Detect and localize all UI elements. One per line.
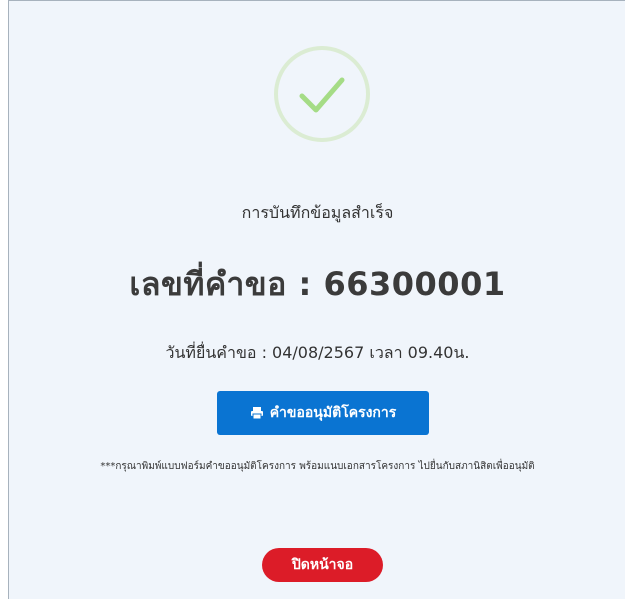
request-number: เลขที่คำขอ : 66300001: [129, 265, 506, 303]
success-message: การบันทึกข้อมูลสำเร็จ: [241, 203, 394, 222]
print-request-button[interactable]: คำขออนุมัติโครงการ: [217, 391, 429, 435]
success-check-icon: [274, 46, 370, 142]
instruction-note: ***กรุณาพิมพ์แบบฟอร์มคำขออนุมัติโครงการ …: [100, 461, 535, 472]
close-screen-button[interactable]: ปิดหน้าจอ: [262, 548, 383, 582]
print-request-button-label: คำขออนุมัติโครงการ: [269, 405, 397, 421]
printer-icon: [250, 406, 264, 420]
confirmation-panel: การบันทึกข้อมูลสำเร็จ เลขที่คำขอ : 66300…: [8, 0, 625, 599]
submit-date: วันที่ยื่นคำขอ : 04/08/2567 เวลา 09.40น.: [165, 343, 470, 362]
